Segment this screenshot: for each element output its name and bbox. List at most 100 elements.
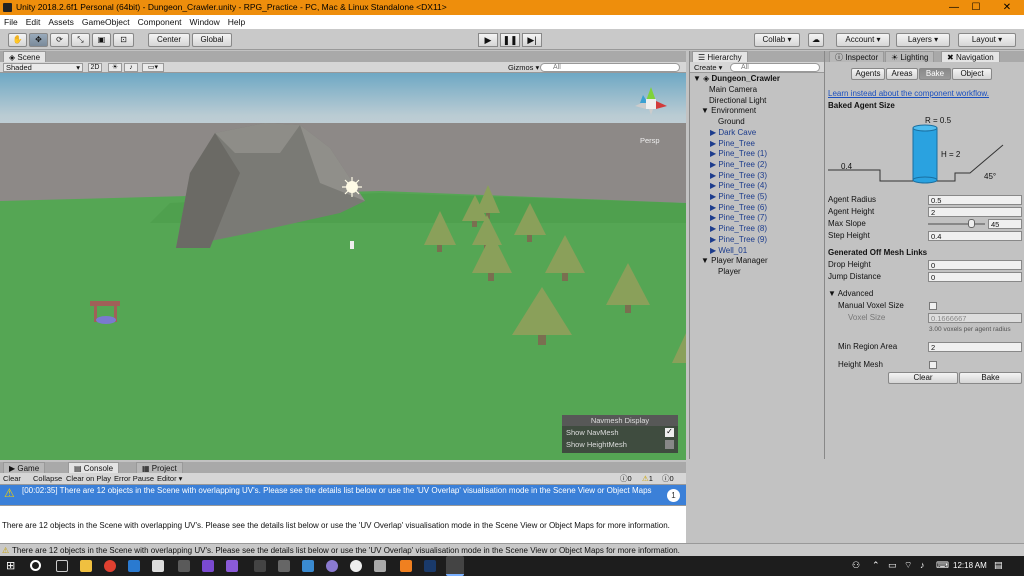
hier-pine-tree-6[interactable]: ▶ Pine_Tree (6) bbox=[710, 202, 767, 213]
menu-file[interactable]: File bbox=[0, 15, 22, 29]
clock[interactable]: 12:18 AM bbox=[953, 561, 987, 570]
menu-assets[interactable]: Assets bbox=[44, 15, 78, 29]
scene-root-row[interactable]: ▼ ◈ Dungeon_Crawler bbox=[693, 73, 780, 84]
expand-arrow-icon[interactable]: ▶ bbox=[710, 213, 716, 222]
expand-arrow-icon[interactable]: ▶ bbox=[710, 235, 716, 244]
tab-project[interactable]: ▦ Project bbox=[136, 462, 183, 473]
error-count-toggle[interactable]: ⓘ0 bbox=[662, 474, 674, 484]
max-slope-slider[interactable] bbox=[928, 223, 985, 225]
app-icon[interactable] bbox=[302, 560, 314, 572]
console-error-pause-button[interactable]: Error Pause bbox=[114, 474, 154, 484]
expand-arrow-icon[interactable]: ▶ bbox=[710, 181, 716, 190]
app-icon[interactable] bbox=[278, 560, 290, 572]
steam-icon[interactable] bbox=[424, 560, 436, 572]
min-region-field[interactable]: 2 bbox=[928, 342, 1022, 352]
drop-height-field[interactable]: 0 bbox=[928, 260, 1022, 270]
media-icon[interactable] bbox=[178, 560, 190, 572]
console-editor-dropdown[interactable]: Editor ▾ bbox=[157, 474, 182, 484]
expand-arrow-icon[interactable]: ▶ bbox=[710, 203, 716, 212]
hier-ground[interactable]: Ground bbox=[718, 116, 745, 127]
scene-view[interactable]: Persp Navmesh Display Show NavMesh ✓ Sho… bbox=[0, 73, 686, 460]
hier-pine-tree-4[interactable]: ▶ Pine_Tree (4) bbox=[710, 180, 767, 191]
scale-tool-icon[interactable]: ⤡ bbox=[71, 33, 90, 47]
layout-button[interactable]: Layout ▾ bbox=[958, 33, 1016, 47]
hier-main-camera[interactable]: Main Camera bbox=[709, 84, 757, 95]
collab-button[interactable]: Collab ▾ bbox=[754, 33, 800, 47]
show-heightmesh-checkbox[interactable] bbox=[665, 440, 674, 449]
tab-lighting[interactable]: ☀ Lighting bbox=[885, 51, 935, 62]
move-tool-icon[interactable]: ✥ bbox=[29, 33, 48, 47]
expand-arrow-icon[interactable]: ▶ bbox=[710, 192, 716, 201]
hier-environment[interactable]: ▼ Environment bbox=[701, 105, 756, 116]
network-icon[interactable]: ▭ bbox=[888, 560, 897, 571]
info-count-toggle[interactable]: ⓘ0 bbox=[620, 474, 632, 484]
hier-well-01[interactable]: ▶ Well_01 bbox=[710, 245, 747, 256]
hier-player-manager[interactable]: ▼ Player Manager bbox=[701, 255, 768, 266]
tab-navigation[interactable]: ✖ Navigation bbox=[941, 51, 1000, 62]
jump-distance-field[interactable]: 0 bbox=[928, 272, 1022, 282]
console-log-row[interactable]: ⚠ [00:02:35] There are 12 objects in the… bbox=[0, 485, 686, 505]
manual-voxel-checkbox[interactable] bbox=[929, 302, 937, 310]
tab-scene[interactable]: ◈ Scene bbox=[3, 51, 47, 62]
tab-game[interactable]: ▶ Game bbox=[3, 462, 46, 473]
subtab-bake[interactable]: Bake bbox=[919, 68, 951, 80]
persp-label[interactable]: Persp bbox=[640, 136, 660, 145]
height-mesh-checkbox[interactable] bbox=[929, 361, 937, 369]
expand-arrow-icon[interactable]: ▶ bbox=[710, 160, 716, 169]
expand-arrow-icon[interactable]: ▶ bbox=[710, 246, 716, 255]
subtab-object[interactable]: Object bbox=[952, 68, 992, 80]
layers-button[interactable]: Layers ▾ bbox=[896, 33, 950, 47]
unity-taskbar-icon[interactable] bbox=[446, 556, 464, 576]
app-icon[interactable] bbox=[400, 560, 412, 572]
task-view-icon[interactable] bbox=[56, 560, 68, 572]
pivot-center-button[interactable]: Center bbox=[148, 33, 190, 47]
hier-pine-tree-9[interactable]: ▶ Pine_Tree (9) bbox=[710, 234, 767, 245]
windows-start-icon[interactable]: ⊞ bbox=[6, 560, 18, 572]
maximize-button[interactable]: ☐ bbox=[962, 0, 990, 15]
subtab-agents[interactable]: Agents bbox=[851, 68, 885, 80]
visual-studio-icon[interactable] bbox=[202, 560, 214, 572]
vs-code-icon[interactable] bbox=[226, 560, 238, 572]
hier-directional-light[interactable]: Directional Light bbox=[709, 95, 766, 106]
keyboard-icon[interactable]: ⌨ bbox=[936, 560, 949, 571]
hier-pine-tree[interactable]: ▶ Pine_Tree bbox=[710, 138, 755, 149]
step-height-field[interactable]: 0.4 bbox=[928, 231, 1022, 241]
file-explorer-icon[interactable] bbox=[80, 560, 92, 572]
cloud-icon[interactable]: ☁ bbox=[808, 33, 824, 47]
transform-tool-icon[interactable]: ⊡ bbox=[113, 33, 134, 47]
agent-radius-field[interactable]: 0.5 bbox=[928, 195, 1022, 205]
hier-pine-tree-5[interactable]: ▶ Pine_Tree (5) bbox=[710, 191, 767, 202]
gizmos-dropdown[interactable]: Gizmos ▾ bbox=[508, 63, 539, 72]
tab-inspector[interactable]: ⓘ Inspector bbox=[829, 51, 885, 62]
hier-pine-tree-3[interactable]: ▶ Pine_Tree (3) bbox=[710, 170, 767, 181]
volume-icon[interactable]: ♪ bbox=[920, 560, 925, 570]
status-bar[interactable]: ⚠ There are 12 objects in the Scene with… bbox=[0, 543, 1024, 556]
close-button[interactable]: ✕ bbox=[993, 0, 1021, 15]
expand-arrow-icon[interactable]: ▼ bbox=[701, 106, 709, 115]
hier-pine-tree-7[interactable]: ▶ Pine_Tree (7) bbox=[710, 212, 767, 223]
shading-dropdown[interactable]: Shaded ▾ bbox=[3, 63, 83, 72]
pivot-global-button[interactable]: Global bbox=[192, 33, 232, 47]
hier-player[interactable]: Player bbox=[718, 266, 741, 277]
app-icon[interactable] bbox=[350, 560, 362, 572]
app-icon[interactable] bbox=[326, 560, 338, 572]
show-navmesh-checkbox[interactable]: ✓ bbox=[665, 428, 674, 437]
search-icon[interactable] bbox=[30, 560, 41, 571]
notification-icon[interactable]: ▤ bbox=[994, 560, 1003, 571]
menu-gameobject[interactable]: GameObject bbox=[78, 15, 134, 29]
console-clear-on-play-button[interactable]: Clear on Play bbox=[66, 474, 111, 484]
app-icon[interactable] bbox=[254, 560, 266, 572]
max-slope-slider-thumb[interactable] bbox=[967, 219, 975, 228]
tab-hierarchy[interactable]: ☰ Hierarchy bbox=[692, 51, 748, 62]
camera-icon[interactable] bbox=[152, 560, 164, 572]
app-icon[interactable] bbox=[374, 560, 386, 572]
store-icon[interactable] bbox=[128, 560, 140, 572]
expand-arrow-icon[interactable]: ▶ bbox=[710, 139, 716, 148]
menu-window[interactable]: Window bbox=[186, 15, 224, 29]
chrome-icon[interactable] bbox=[104, 560, 116, 572]
menu-edit[interactable]: Edit bbox=[22, 15, 45, 29]
expand-arrow-icon[interactable]: ▶ bbox=[710, 128, 716, 137]
hier-pine-tree-2[interactable]: ▶ Pine_Tree (2) bbox=[710, 159, 767, 170]
menu-component[interactable]: Component bbox=[134, 15, 186, 29]
menu-help[interactable]: Help bbox=[224, 15, 249, 29]
